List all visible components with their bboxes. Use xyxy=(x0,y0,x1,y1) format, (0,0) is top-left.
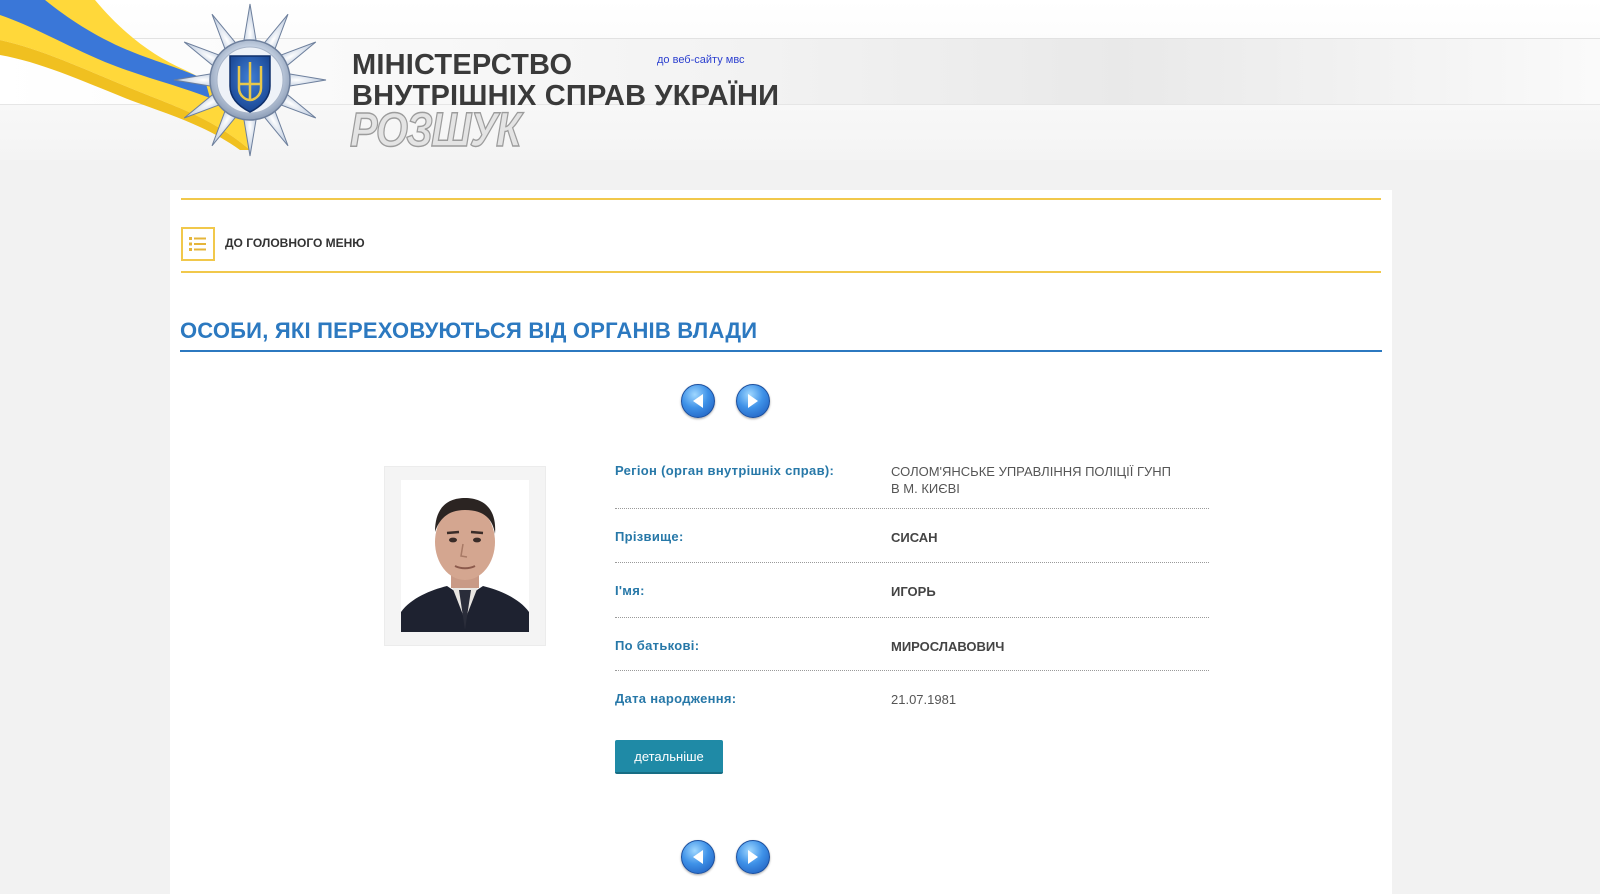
birthdate-value: 21.07.1981 xyxy=(891,692,957,707)
mvs-website-link[interactable]: до веб-сайту мвс xyxy=(657,54,745,66)
detail-row-surname: Прізвище: СИСАН xyxy=(615,509,1209,563)
main-menu-button[interactable] xyxy=(181,227,215,261)
prev-arrow-button-bottom[interactable] xyxy=(681,840,715,874)
surname-label: Прізвище: xyxy=(615,529,684,544)
detail-row-name: І'мя: ИГОРЬ xyxy=(615,563,1209,618)
site-header: МІНІСТЕРСТВО ВНУТРІШНІХ СПРАВ УКРАЇНИ до… xyxy=(0,0,1600,160)
police-star-emblem-icon xyxy=(172,2,332,162)
person-photo xyxy=(384,466,546,646)
name-label: І'мя: xyxy=(615,583,645,598)
arrow-left-icon xyxy=(693,394,703,408)
main-menu-label[interactable]: ДО ГОЛОВНОГО МЕНЮ xyxy=(225,236,365,250)
birthdate-label: Дата народження: xyxy=(615,691,737,706)
patronymic-value: МИРОСЛАВОВИЧ xyxy=(891,639,1005,654)
arrow-right-icon xyxy=(748,850,758,864)
title-underline xyxy=(180,350,1382,352)
surname-value: СИСАН xyxy=(891,530,938,545)
gold-divider-top xyxy=(181,198,1381,200)
details-button[interactable]: детальніше xyxy=(615,740,723,774)
detail-row-region: Регіон (орган внутрішніх справ): СОЛОМ'Я… xyxy=(615,463,1209,509)
content-panel: ДО ГОЛОВНОГО МЕНЮ ОСОБИ, ЯКІ ПЕРЕХОВУЮТЬ… xyxy=(170,190,1392,894)
region-value: СОЛОМ'ЯНСЬКЕ УПРАВЛІННЯ ПОЛІЦІЇ ГУНП В М… xyxy=(891,464,1172,496)
next-arrow-button-bottom[interactable] xyxy=(736,840,770,874)
name-value: ИГОРЬ xyxy=(891,584,936,599)
detail-row-patronymic: По батькові: МИРОСЛАВОВИЧ xyxy=(615,618,1209,671)
arrow-right-icon xyxy=(748,394,758,408)
patronymic-label: По батькові: xyxy=(615,638,700,653)
next-arrow-button-top[interactable] xyxy=(736,384,770,418)
detail-row-birthdate: Дата народження: 21.07.1981 xyxy=(615,671,1209,715)
region-label: Регіон (орган внутрішніх справ): xyxy=(615,463,835,478)
page-title: ОСОБИ, ЯКІ ПЕРЕХОВУЮТЬСЯ ВІД ОРГАНІВ ВЛА… xyxy=(180,318,758,343)
person-portrait-image xyxy=(401,480,529,632)
arrow-left-icon xyxy=(693,850,703,864)
prev-arrow-button-top[interactable] xyxy=(681,384,715,418)
gold-divider-bottom xyxy=(181,271,1381,273)
person-details: Регіон (орган внутрішніх справ): СОЛОМ'Я… xyxy=(615,463,1209,715)
list-icon xyxy=(189,237,206,251)
rozshuk-logo: РОЗШУК xyxy=(349,104,522,157)
